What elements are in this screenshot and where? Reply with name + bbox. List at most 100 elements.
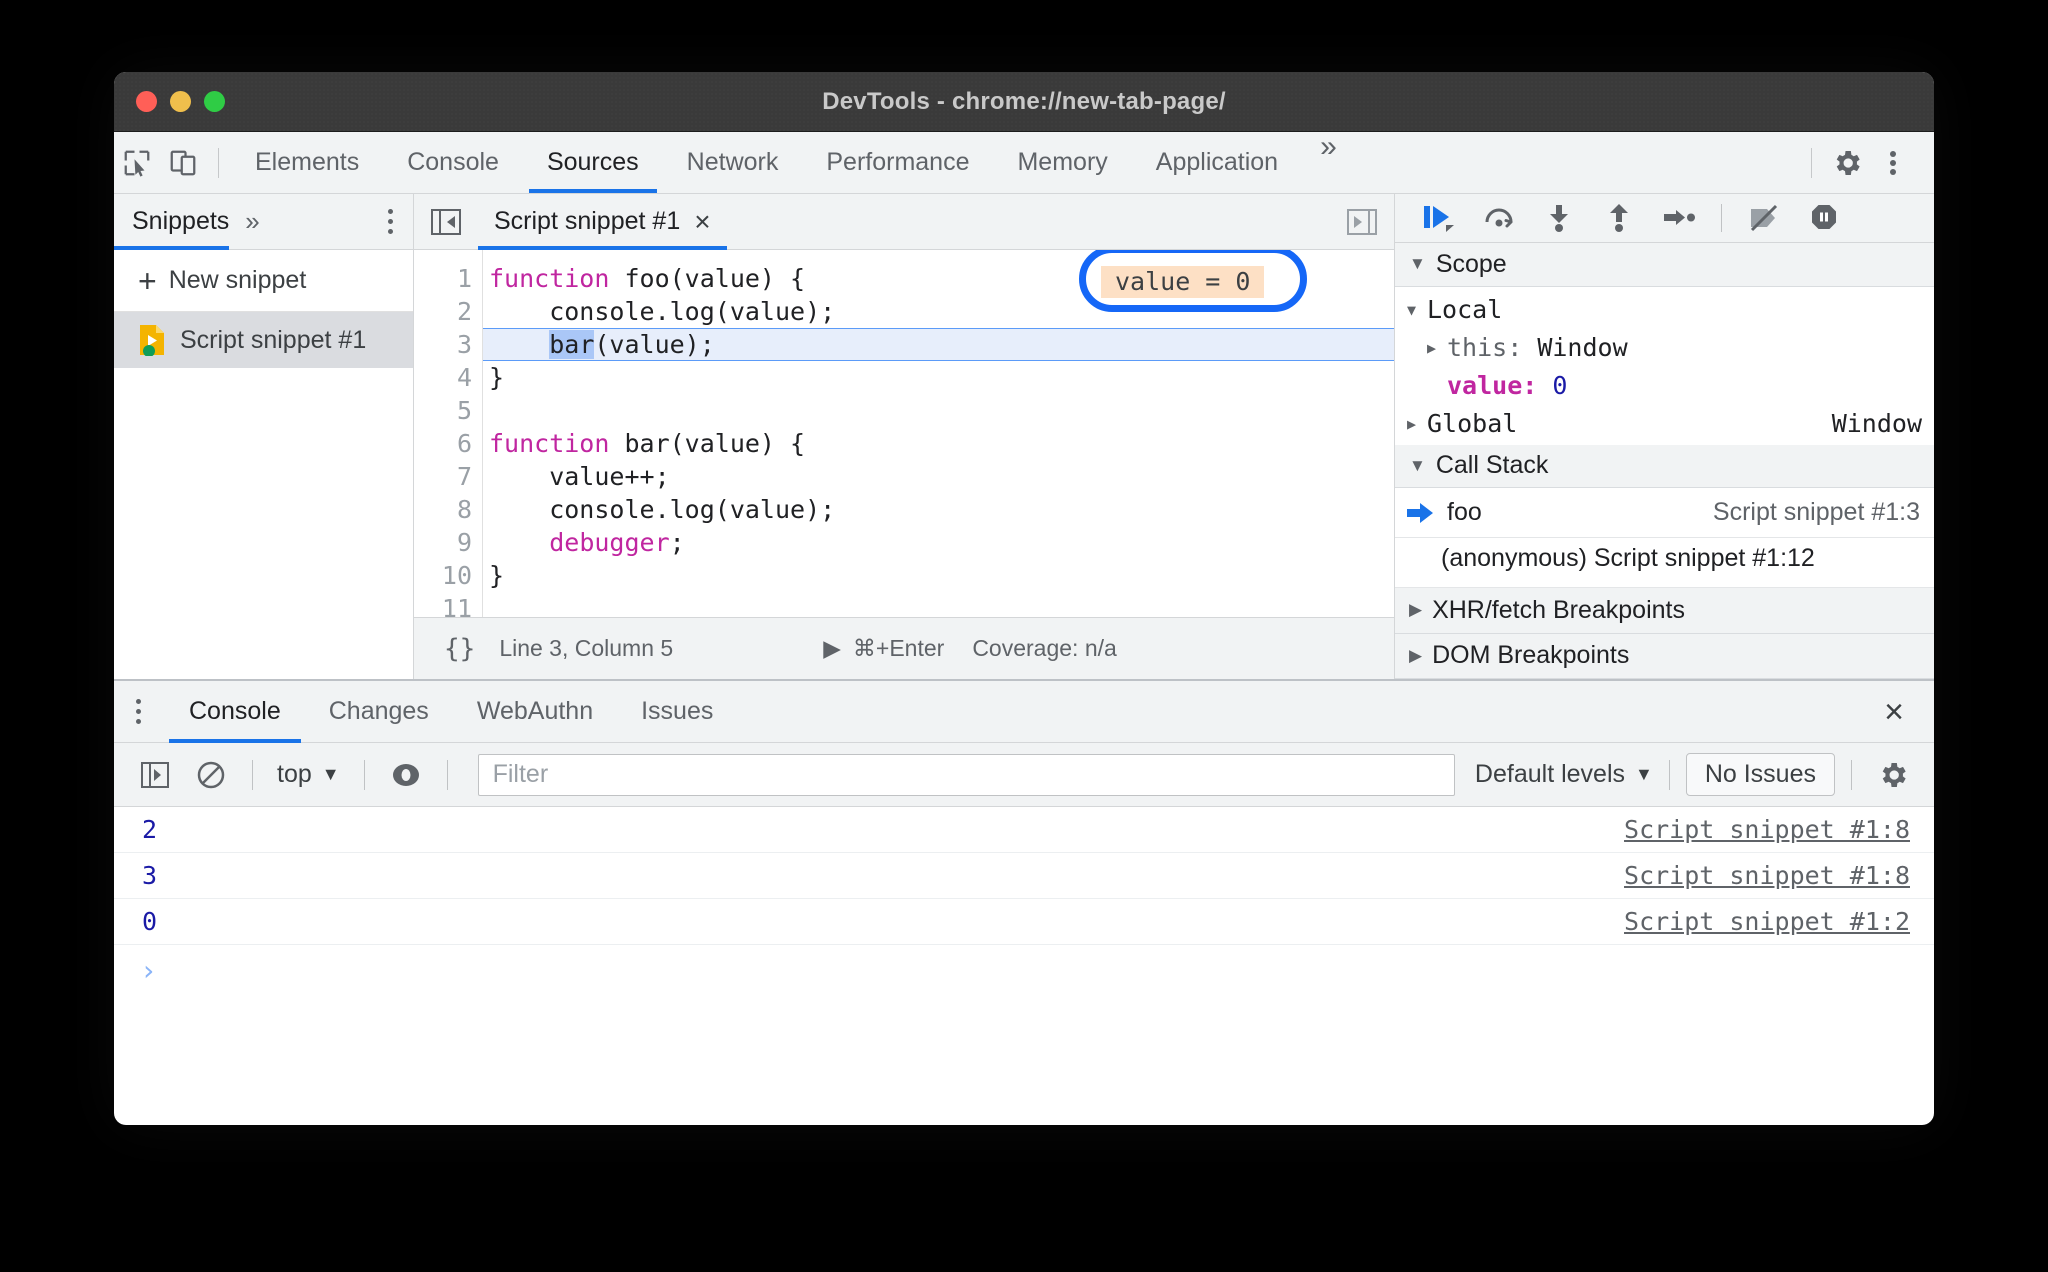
run-shortcut-label: ⌘+Enter (852, 635, 945, 661)
drawer-tab-webauthn[interactable]: WebAuthn (453, 681, 617, 742)
line-number: 7 (456, 462, 472, 491)
issues-status-button[interactable]: No Issues (1685, 753, 1835, 796)
code-line[interactable]: value++; (483, 460, 1394, 493)
step-into-next-function-call-icon[interactable] (1533, 196, 1585, 240)
inspect-element-icon[interactable] (114, 140, 160, 186)
sources-panel: Snippets » + New snippet Script snippet … (114, 194, 1934, 679)
drawer-tabbar: Console Changes WebAuthn Issues × (114, 681, 1934, 743)
device-toolbar-icon[interactable] (160, 140, 206, 186)
scope-group-global[interactable]: ▶ Global Window (1395, 405, 1934, 443)
code-line[interactable]: debugger; (483, 526, 1394, 559)
kebab-menu-icon[interactable] (1870, 140, 1916, 186)
console-sidebar-icon[interactable] (130, 752, 180, 798)
console-message-source-link[interactable]: Script snippet #1:8 (1624, 861, 1910, 890)
navigator-kebab-menu-icon[interactable] (368, 209, 413, 234)
console-prompt[interactable]: › (114, 945, 1934, 995)
code-text: ; (669, 528, 685, 557)
console-message-value: 0 (142, 907, 158, 936)
gear-icon[interactable] (1824, 140, 1870, 186)
debugger-sidebar: ▼ Scope ▼ Local ▶ this: Window value: 0 (1394, 194, 1934, 679)
snippet-list-item[interactable]: Script snippet #1 (114, 312, 413, 368)
close-drawer-icon[interactable]: × (1854, 695, 1934, 729)
scope-property-name: this: (1447, 333, 1523, 363)
log-levels-selector[interactable]: Default levels ▼ (1475, 760, 1653, 789)
new-snippet-button[interactable]: + New snippet (114, 250, 413, 312)
scope-header-label: Scope (1435, 249, 1507, 278)
code-line[interactable]: console.log(value); (483, 493, 1394, 526)
console-toolbar: top ▼ Default levels ▼ No Issues (114, 743, 1934, 807)
tab-elements[interactable]: Elements (231, 132, 383, 193)
code-line[interactable]: } (483, 559, 1394, 592)
panel-tabs: Elements Console Sources Network Perform… (231, 132, 1355, 193)
console-message[interactable]: 0 Script snippet #1:2 (114, 899, 1934, 945)
expand-panel-icon[interactable] (1346, 207, 1394, 237)
code-line[interactable]: } (483, 361, 1394, 394)
log-levels-label: Default levels (1474, 760, 1625, 788)
filter-input[interactable] (477, 753, 1455, 796)
toolbar-divider (218, 147, 219, 178)
scope-section-header[interactable]: ▼ Scope (1395, 242, 1934, 287)
drawer-tab-changes[interactable]: Changes (305, 681, 453, 742)
line-number: 2 (456, 297, 472, 326)
tab-memory[interactable]: Memory (993, 132, 1131, 193)
drawer-tab-issues[interactable]: Issues (617, 681, 737, 742)
navigator-more-icon[interactable]: » (229, 206, 275, 237)
pretty-print-icon[interactable]: {} (414, 634, 499, 664)
console-message-source-link[interactable]: Script snippet #1:8 (1624, 815, 1910, 844)
drawer-tab-console[interactable]: Console (165, 681, 305, 743)
step-out-of-current-function-icon[interactable] (1593, 196, 1645, 240)
scope-group-local[interactable]: ▼ Local (1395, 291, 1934, 329)
execution-context-selector[interactable]: top ▼ (269, 760, 348, 789)
code-content[interactable]: function foo(value) { console.log(value)… (482, 250, 1394, 617)
step-over-next-function-call-icon[interactable] (1473, 196, 1525, 240)
console-message[interactable]: 3 Script snippet #1:8 (114, 853, 1934, 899)
gear-icon[interactable] (1868, 752, 1918, 798)
more-tabs-icon[interactable]: » (1302, 132, 1355, 193)
dom-breakpoints-section[interactable]: ▶ DOM Breakpoints (1395, 633, 1934, 679)
drawer-kebab-menu-icon[interactable] (114, 699, 165, 724)
tab-sources[interactable]: Sources (523, 132, 663, 193)
deactivate-breakpoints-icon[interactable] (1738, 196, 1790, 240)
debugger-toolbar (1395, 194, 1934, 243)
main-toolbar: Elements Console Sources Network Perform… (114, 132, 1934, 194)
console-message[interactable]: 2 Script snippet #1:8 (114, 807, 1934, 853)
xhr-fetch-breakpoints-section[interactable]: ▶ XHR/fetch Breakpoints (1395, 588, 1934, 634)
window-titlebar: DevTools - chrome://new-tab-page/ (114, 72, 1934, 132)
code-line[interactable] (483, 592, 1394, 617)
pause-on-exceptions-icon[interactable] (1798, 196, 1850, 240)
tab-application[interactable]: Application (1132, 132, 1302, 193)
dom-breakpoints-label: DOM Breakpoints (1432, 641, 1630, 670)
chevron-down-icon: ▼ (1635, 764, 1653, 784)
clear-console-icon[interactable] (186, 752, 236, 798)
live-expression-icon[interactable] (381, 752, 431, 798)
call-stack-section-header[interactable]: ▼ Call Stack (1395, 444, 1934, 489)
code-line[interactable] (483, 394, 1394, 427)
step-icon[interactable] (1653, 196, 1705, 240)
tab-network[interactable]: Network (663, 132, 803, 193)
resume-script-execution-icon[interactable] (1413, 196, 1465, 240)
line-number: 3 (456, 330, 472, 359)
line-number: 4 (456, 363, 472, 392)
tab-console[interactable]: Console (383, 132, 523, 193)
call-stack-frame[interactable]: (anonymous) Script snippet #1:12 (1395, 538, 1934, 589)
code-editor[interactable]: 12345678910111213 function foo(value) { … (414, 250, 1394, 617)
collapse-sidebar-icon[interactable] (414, 207, 478, 237)
editor-tab-script-snippet[interactable]: Script snippet #1 × (478, 194, 727, 250)
tab-performance[interactable]: Performance (802, 132, 993, 193)
line-number: 5 (456, 396, 472, 425)
code-line-executing[interactable]: bar(value); (483, 328, 1394, 361)
console-message-source-link[interactable]: Script snippet #1:2 (1624, 907, 1910, 936)
scope-row-this[interactable]: ▶ this: Window (1395, 329, 1934, 367)
call-stack-frame-current[interactable]: foo Script snippet #1:3 (1395, 488, 1934, 539)
code-text: } (489, 363, 505, 392)
chevron-down-icon: ▼ (1407, 300, 1417, 319)
run-snippet-button[interactable]: ▶ ⌘+Enter (823, 635, 944, 662)
toolbar-actions (1799, 140, 1934, 186)
close-icon[interactable]: × (694, 207, 710, 236)
navigator-tab-snippets[interactable]: Snippets (114, 194, 230, 250)
scope-row-value[interactable]: value: 0 (1395, 367, 1934, 405)
code-line[interactable]: console.log(value); (483, 295, 1394, 328)
code-line[interactable]: function bar(value) { (483, 427, 1394, 460)
debugger-divider (1721, 203, 1722, 232)
editor-tab-label: Script snippet #1 (494, 207, 681, 235)
